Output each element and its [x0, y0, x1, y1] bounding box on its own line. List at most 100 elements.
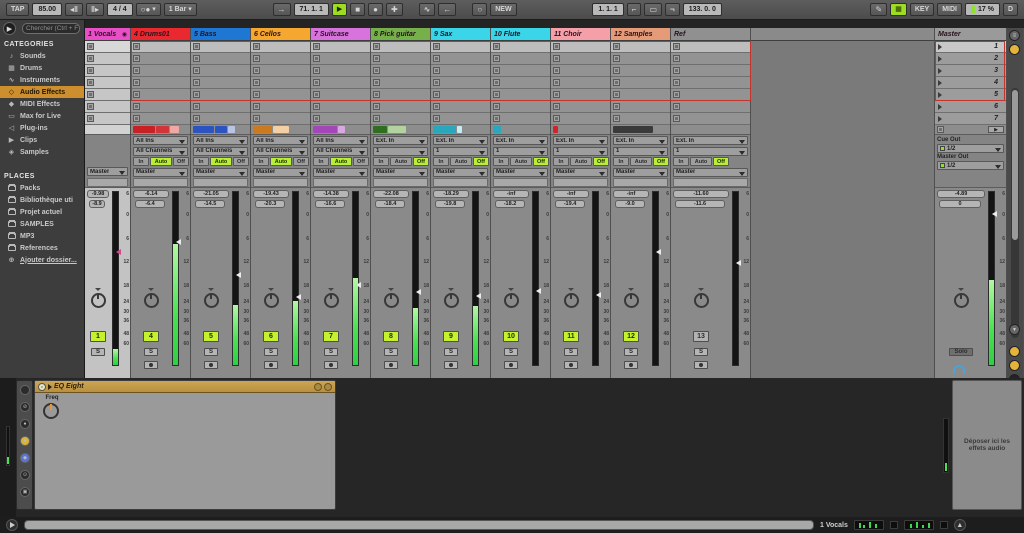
clip-slot[interactable]	[85, 101, 130, 113]
volume-value-display[interactable]: -6.4	[135, 200, 165, 208]
peak-level-display[interactable]: -inf	[553, 190, 589, 198]
clip-stop-button[interactable]	[433, 103, 440, 110]
clip-slot[interactable]	[191, 53, 250, 65]
clip-slot[interactable]	[251, 77, 310, 89]
monitor-off-button[interactable]: Off	[533, 157, 549, 166]
track-header[interactable]: 5 Bass	[191, 28, 250, 41]
sidebar-item-clips[interactable]: ▶Clips	[0, 134, 84, 146]
monitor-auto-button[interactable]: Auto	[390, 157, 412, 166]
loop-start-display[interactable]: 1. 1. 1	[592, 3, 623, 16]
default-launch-box[interactable]: ▶	[988, 126, 1004, 133]
clip-stop-button[interactable]	[87, 79, 94, 86]
solo-button[interactable]: S	[564, 348, 578, 356]
clip-slot[interactable]	[671, 53, 750, 65]
sidebar-item-max-for-live[interactable]: ▭Max for Live	[0, 110, 84, 122]
pan-knob[interactable]	[624, 293, 639, 308]
pan-knob[interactable]	[384, 293, 399, 308]
clip-stop-button[interactable]	[373, 115, 380, 122]
clip-slot[interactable]	[671, 113, 750, 125]
output-chooser[interactable]: Master	[253, 168, 308, 177]
clip-slot[interactable]	[371, 113, 430, 125]
loop-length-display[interactable]: 133. 0. 0	[683, 3, 722, 16]
clip-stop-button[interactable]	[673, 43, 680, 50]
monitor-in-button[interactable]: In	[253, 157, 269, 166]
lock-envelope-icon[interactable]: ⊘	[20, 402, 30, 412]
clip-slot[interactable]	[371, 53, 430, 65]
clip-slot[interactable]	[131, 77, 190, 89]
pan-knob[interactable]	[694, 293, 709, 308]
clip-stop-button[interactable]	[673, 91, 680, 98]
automation-arm-button[interactable]: ∿	[419, 3, 436, 16]
sidebar-place-packs[interactable]: Packs	[0, 182, 84, 194]
clip-stop-button[interactable]	[493, 115, 500, 122]
clip-stop-button[interactable]	[613, 55, 620, 62]
play-button[interactable]: ▶	[332, 3, 347, 16]
clip-slot[interactable]	[191, 101, 250, 113]
clip-slot[interactable]	[671, 101, 750, 113]
clip-slot[interactable]	[311, 113, 370, 125]
volume-value-display[interactable]: -18.4	[375, 200, 405, 208]
monitor-in-button[interactable]: In	[493, 157, 509, 166]
clip-stop-button[interactable]	[673, 55, 680, 62]
clip-slot[interactable]	[191, 77, 250, 89]
solo-button[interactable]: Solo	[949, 348, 973, 356]
clip-slot[interactable]	[551, 53, 610, 65]
clip-slot[interactable]	[371, 77, 430, 89]
pan-knob[interactable]	[324, 293, 339, 308]
input-channel-chooser[interactable]: All Channels	[133, 147, 188, 156]
toggle-detail-view-button[interactable]: ▲	[954, 519, 966, 531]
track-activator-button[interactable]: 8	[383, 331, 399, 342]
output-chooser[interactable]: Master	[373, 168, 428, 177]
scene-launch-icon[interactable]	[938, 56, 942, 62]
clip-stop-button[interactable]	[193, 79, 200, 86]
monitor-in-button[interactable]: In	[313, 157, 329, 166]
monitor-off-button[interactable]: Off	[713, 157, 729, 166]
clip-stop-button[interactable]	[673, 103, 680, 110]
input-type-chooser[interactable]: Ext. In	[553, 136, 608, 145]
mixer-section-toggle[interactable]	[1009, 44, 1020, 55]
sidebar-place-biblioth-que-uti[interactable]: Bibliothèque uti	[0, 194, 84, 206]
clip-stop-button[interactable]	[87, 91, 94, 98]
clip-stop-button[interactable]	[313, 91, 320, 98]
sidebar-item-instruments[interactable]: ∿Instruments	[0, 74, 84, 86]
solo-button[interactable]: S	[91, 348, 105, 356]
clip-stop-button[interactable]	[373, 43, 380, 50]
clip-slot[interactable]	[251, 65, 310, 77]
clip-slot[interactable]	[85, 89, 130, 101]
monitor-auto-button[interactable]: Auto	[270, 157, 292, 166]
clip-stop-button[interactable]	[493, 91, 500, 98]
automation-icon-sel[interactable]: ●	[20, 436, 30, 446]
envelope-icon[interactable]: ◆	[20, 453, 30, 463]
clip-stop-button[interactable]	[553, 67, 560, 74]
solo-button[interactable]: S	[204, 348, 218, 356]
input-type-chooser[interactable]: All Ins	[133, 136, 188, 145]
clip-slot[interactable]	[551, 77, 610, 89]
scene-row[interactable]: 7	[935, 113, 1006, 125]
sidebar-item-sounds[interactable]: ♪Sounds	[0, 50, 84, 62]
nudge-down-button[interactable]: ◂‖	[65, 3, 83, 16]
peak-level-display[interactable]: -14.38	[313, 190, 349, 198]
solo-button[interactable]: S	[264, 348, 278, 356]
clip-slot[interactable]	[85, 65, 130, 77]
clip-slot[interactable]	[311, 53, 370, 65]
show-info-view-button[interactable]	[6, 519, 18, 531]
save-preset-icon[interactable]: ▣	[20, 487, 30, 497]
arm-button[interactable]	[624, 361, 638, 369]
clip-stop-button[interactable]	[553, 79, 560, 86]
clip-stop-button[interactable]	[373, 91, 380, 98]
sidebar-item-audio-effects[interactable]: ◇Audio Effects	[0, 86, 84, 98]
output-chooser[interactable]: Master	[87, 167, 128, 176]
clip-slot[interactable]	[85, 113, 130, 125]
volume-value-display[interactable]: -16.6	[315, 200, 345, 208]
clip-slot[interactable]	[311, 101, 370, 113]
clip-slot[interactable]	[611, 41, 670, 53]
clip-slot[interactable]	[551, 65, 610, 77]
track-header[interactable]: 11 Choir	[551, 28, 610, 41]
computer-midi-keyboard-button[interactable]: ▦	[890, 3, 907, 16]
clip-stop-button[interactable]	[493, 67, 500, 74]
volume-value-display[interactable]: -19.4	[555, 200, 585, 208]
returns-toggle[interactable]: ▼	[1009, 324, 1020, 335]
clip-slot[interactable]	[191, 89, 250, 101]
clip-stop-button[interactable]	[613, 115, 620, 122]
arm-button[interactable]	[144, 361, 158, 369]
